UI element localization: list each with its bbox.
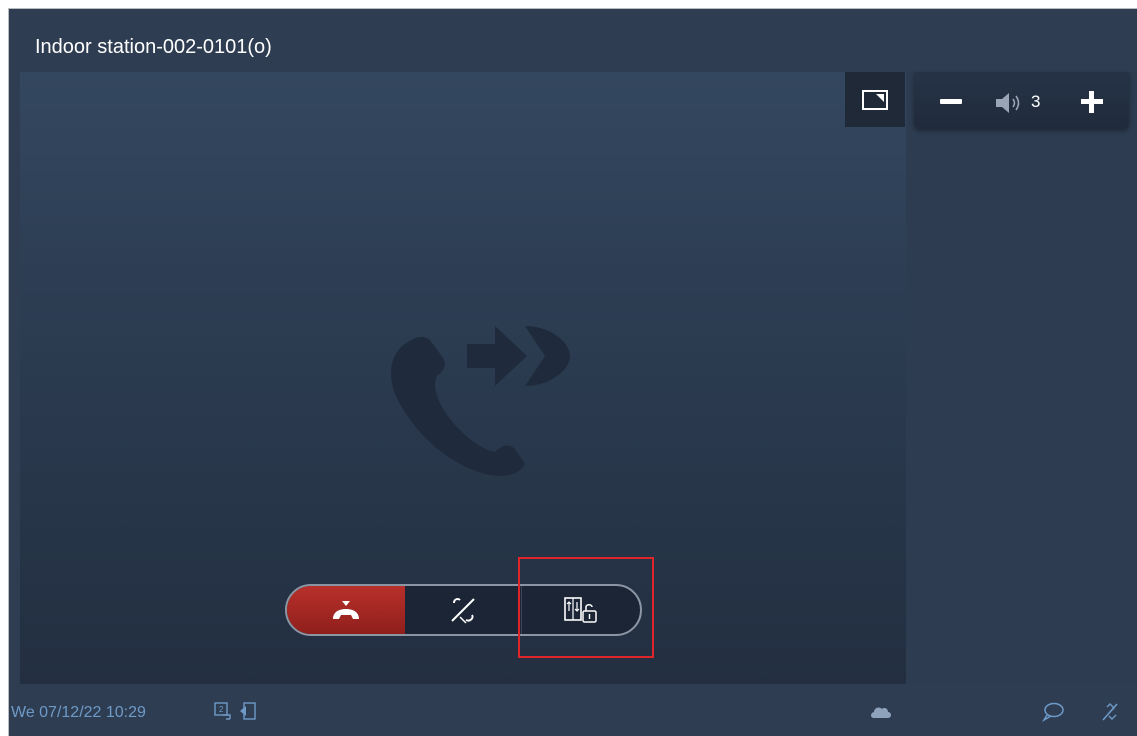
expand-view-button[interactable]	[845, 72, 905, 127]
svg-text:2: 2	[219, 705, 224, 714]
page-title: Indoor station-002-0101(o)	[35, 36, 272, 58]
hang-up-icon	[332, 601, 359, 619]
message-icon[interactable]: 2	[213, 701, 233, 721]
volume-control: 3	[914, 72, 1129, 129]
speaker-icon	[996, 93, 1020, 113]
expand-view-icon	[862, 89, 888, 110]
call-forward-icon	[390, 326, 570, 476]
door-icon[interactable]	[238, 701, 258, 721]
volume-minus-button[interactable]	[936, 90, 968, 112]
chat-icon[interactable]	[1042, 702, 1064, 722]
side-panel	[906, 72, 1137, 684]
mic-off-icon[interactable]	[1100, 701, 1120, 723]
volume-level: 3	[1031, 92, 1041, 111]
status-bar: We 07/12/22 10:29 2	[9, 684, 1137, 736]
highlight-box	[518, 557, 654, 658]
date-time: We 07/12/22 10:29	[11, 704, 146, 721]
mute-button[interactable]	[405, 586, 523, 634]
indoor-station-window: Indoor station-002-0101(o) 3 We 07/12/22…	[8, 8, 1137, 736]
mute-microphone-icon	[451, 598, 475, 624]
hang-up-button[interactable]	[287, 586, 405, 634]
volume-plus-button[interactable]	[1078, 88, 1106, 116]
cloud-icon	[871, 707, 891, 718]
